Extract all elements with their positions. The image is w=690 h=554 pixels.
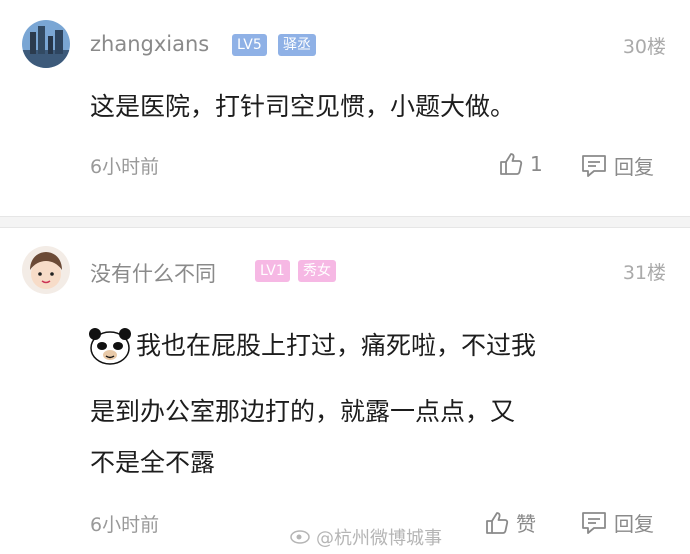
like-button[interactable]: 1 [498,151,543,177]
floor-number: 31楼 [622,262,666,284]
title-badge: 驿丞 [278,34,316,56]
comment-31: 没有什么不同 LV1 秀女 31楼 我也在屁股上打过，痛死啦，不过我 是到办公室… [0,228,690,554]
avatar[interactable] [22,246,70,294]
like-label: 赞 [516,512,536,536]
thumbs-up-icon [498,151,524,177]
thumbs-up-icon [484,510,510,536]
like-count: 1 [530,152,543,176]
reply-label: 回复 [614,512,654,536]
username[interactable]: zhangxians [90,32,209,56]
title-badge: 秀女 [298,260,336,282]
weibo-logo-icon [290,526,312,549]
comment-bubble-icon [580,153,608,179]
timestamp: 6小时前 [90,156,160,178]
reply-label: 回复 [614,155,654,179]
comment-text: 这是医院，打针司空见惯，小题大做。 [90,92,516,121]
comment-text-line-2: 是到办公室那边打的，就露一点点，又 [90,397,516,426]
like-button[interactable]: 赞 [484,508,536,537]
timestamp: 6小时前 [90,514,160,536]
comment-text-line-3: 不是全不露 [90,448,216,477]
watermark: @杭州微博城事 [290,524,442,550]
reply-button[interactable]: 回复 [580,508,654,537]
reply-button[interactable]: 回复 [580,151,654,180]
level-badge: LV5 [232,34,267,56]
comment-divider [0,216,690,228]
floor-number: 30楼 [622,36,666,58]
comment-text-line-1: 我也在屁股上打过，痛死啦，不过我 [136,331,537,360]
panda-face-icon [88,326,132,370]
username[interactable]: 没有什么不同 [90,258,216,288]
avatar[interactable] [22,20,70,68]
level-badge: LV1 [255,260,290,282]
comment-bubble-icon [580,510,608,536]
comment-30: zhangxians LV5 驿丞 30楼 这是医院，打针司空见惯，小题大做。 … [0,0,690,216]
watermark-text: @杭州微博城事 [316,528,442,549]
